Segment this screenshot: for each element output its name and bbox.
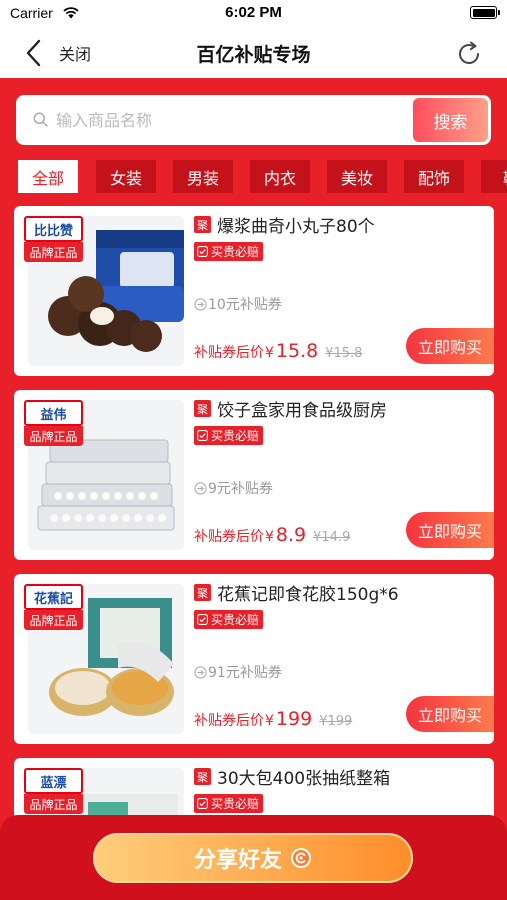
- share-icon: [291, 848, 311, 868]
- shield-check-icon: [197, 430, 208, 441]
- currency-symbol: ¥: [265, 529, 274, 545]
- tab-underwear[interactable]: 内衣: [250, 160, 310, 193]
- share-label: 分享好友: [193, 848, 282, 873]
- arrow-circle-icon: [194, 665, 207, 679]
- tab-all[interactable]: 全部: [18, 160, 78, 193]
- back-button[interactable]: 关闭: [25, 38, 91, 68]
- promo-tag: 聚: [194, 584, 211, 601]
- price-row: 补贴券后价 ¥ 15.8 ¥15.8: [194, 340, 362, 362]
- product-card[interactable]: 花蕉記 品牌正品 聚 花蕉记即食花胶150g*6 买贵必赔 91元补贴券 补贴券…: [14, 574, 494, 744]
- price-value: 8.9: [275, 524, 307, 546]
- guarantee-label: 买贵必赔: [211, 797, 260, 811]
- search-button[interactable]: 搜索: [413, 98, 488, 142]
- buy-now-button[interactable]: 立即购买: [406, 328, 494, 364]
- coupon-label: 9元补贴券: [208, 481, 273, 497]
- buy-now-button[interactable]: 立即购买: [406, 696, 494, 732]
- category-tabs: 全部 女装 男装 内衣 美妆 配饰 鞋: [18, 160, 507, 193]
- arrow-circle-icon: [194, 297, 207, 311]
- brand-logo: 比比赞: [24, 216, 83, 242]
- currency-symbol: ¥: [265, 345, 274, 361]
- share-bar: 分享好友: [0, 815, 507, 900]
- price-value: 199: [275, 708, 313, 730]
- original-price: ¥199: [319, 714, 353, 729]
- refresh-icon[interactable]: [455, 40, 483, 68]
- nav-bar: 关闭 百亿补贴专场: [0, 28, 507, 78]
- original-price: ¥15.8: [325, 346, 363, 361]
- original-price: ¥14.9: [313, 530, 351, 545]
- currency-symbol: ¥: [265, 713, 274, 729]
- close-label: 关闭: [59, 45, 92, 64]
- coupon-info: 91元补贴券: [194, 662, 282, 682]
- brand-logo: 花蕉記: [24, 584, 83, 610]
- promo-tag: 聚: [194, 216, 211, 233]
- chevron-left-icon: [26, 39, 41, 67]
- guarantee-label: 买贵必赔: [211, 245, 260, 259]
- guarantee-badge: 买贵必赔: [194, 242, 264, 261]
- share-button[interactable]: 分享好友: [93, 833, 413, 883]
- price-label: 补贴券后价: [194, 529, 264, 545]
- brand-badge: 品牌正品: [24, 426, 83, 446]
- product-title: 花蕉记即食花胶150g*6: [217, 585, 399, 605]
- shield-check-icon: [197, 798, 208, 809]
- status-bar: Carrier 6:02 PM: [0, 0, 507, 28]
- arrow-circle-icon: [194, 481, 207, 495]
- tab-beauty[interactable]: 美妆: [327, 160, 387, 193]
- promo-tag: 聚: [194, 400, 211, 417]
- product-card[interactable]: 益伟 品牌正品 聚 饺子盒家用食品级厨房 买贵必赔 9元补贴券 补贴券后价 ¥ …: [14, 390, 494, 560]
- guarantee-badge: 买贵必赔: [194, 610, 264, 629]
- product-title: 爆浆曲奇小丸子80个: [217, 217, 375, 237]
- product-title: 饺子盒家用食品级厨房: [217, 401, 387, 421]
- buy-now-button[interactable]: 立即购买: [406, 512, 494, 548]
- promo-tag: 聚: [194, 768, 211, 785]
- product-title: 30大包400张抽纸整箱: [217, 769, 391, 789]
- coupon-label: 10元补贴券: [208, 297, 282, 313]
- coupon-label: 91元补贴券: [208, 665, 282, 681]
- brand-logo: 益伟: [24, 400, 83, 426]
- guarantee-badge: 买贵必赔: [194, 794, 264, 813]
- search-icon: [33, 112, 48, 127]
- tab-shoes[interactable]: 鞋: [481, 160, 507, 193]
- shield-check-icon: [197, 246, 208, 257]
- battery-icon: [470, 6, 497, 19]
- battery-tip: [498, 10, 500, 15]
- status-time: 6:02 PM: [225, 4, 282, 21]
- battery-level: [472, 8, 495, 17]
- tab-accessories[interactable]: 配饰: [404, 160, 464, 193]
- coupon-info: 10元补贴券: [194, 294, 282, 314]
- search-bar: 搜索: [16, 95, 491, 145]
- brand-badge: 品牌正品: [24, 242, 83, 262]
- brand-badge: 品牌正品: [24, 794, 83, 814]
- brand-logo: 蓝漂: [24, 768, 83, 794]
- price-label: 补贴券后价: [194, 345, 264, 361]
- guarantee-label: 买贵必赔: [211, 613, 260, 627]
- guarantee-label: 买贵必赔: [211, 429, 260, 443]
- tab-womens[interactable]: 女装: [96, 160, 156, 193]
- product-card[interactable]: 比比赞 品牌正品 聚 爆浆曲奇小丸子80个 买贵必赔 10元补贴券 补贴券后价 …: [14, 206, 494, 376]
- price-row: 补贴券后价 ¥ 199 ¥199: [194, 708, 352, 730]
- price-value: 15.8: [275, 340, 319, 362]
- coupon-info: 9元补贴券: [194, 478, 273, 498]
- guarantee-badge: 买贵必赔: [194, 426, 264, 445]
- price-label: 补贴券后价: [194, 713, 264, 729]
- price-row: 补贴券后价 ¥ 8.9 ¥14.9: [194, 524, 350, 546]
- tab-mens[interactable]: 男装: [173, 160, 233, 193]
- shield-check-icon: [197, 614, 208, 625]
- search-input[interactable]: [56, 105, 416, 135]
- brand-badge: 品牌正品: [24, 610, 83, 630]
